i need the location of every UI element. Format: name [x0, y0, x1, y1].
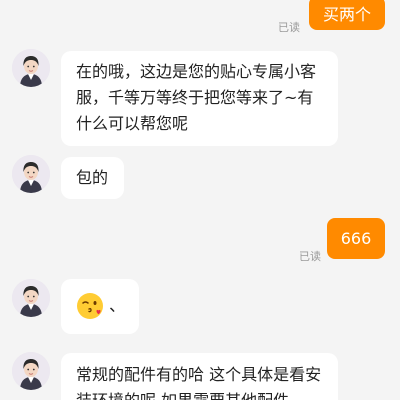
incoming-message-bubble[interactable]: 包的	[61, 157, 124, 199]
agent-avatar[interactable]	[12, 352, 50, 390]
agent-avatar-image	[12, 155, 50, 193]
message-text: 包的	[76, 168, 109, 187]
chat-conversation[interactable]: 已读 买两个 在的哦，这边是您的贴心专属小客服，千等万等终于把您等来了~有什么可…	[0, 0, 400, 400]
read-status: 已读	[278, 21, 300, 34]
agent-avatar-image	[12, 49, 50, 87]
incoming-message-bubble[interactable]: 在的哦，这边是您的贴心专属小客服，千等万等终于把您等来了~有什么可以帮您呢	[61, 51, 338, 146]
agent-avatar[interactable]	[12, 155, 50, 193]
read-status: 已读	[299, 250, 321, 263]
message-text: 、	[109, 296, 126, 315]
agent-avatar-image	[12, 279, 50, 317]
message-text: 666	[340, 229, 372, 248]
message-text: 买两个	[322, 5, 371, 24]
incoming-message-bubble[interactable]: 、	[61, 279, 139, 334]
wink-kiss-face-emoji	[77, 293, 103, 319]
incoming-message-bubble[interactable]: 常规的配件有的哈 这个具体是看安装环境的呢 如果需要其他配件	[61, 353, 338, 400]
message-text: 在的哦，这边是您的贴心专属小客服，千等万等终于把您等来了~有什么可以帮您呢	[76, 62, 317, 133]
outgoing-message-bubble[interactable]: 666	[327, 218, 385, 259]
agent-avatar-image	[12, 352, 50, 390]
agent-avatar[interactable]	[12, 49, 50, 87]
outgoing-message-bubble[interactable]: 买两个	[309, 0, 385, 30]
message-text: 常规的配件有的哈 这个具体是看安装环境的呢 如果需要其他配件	[76, 365, 322, 400]
agent-avatar[interactable]	[12, 279, 50, 317]
